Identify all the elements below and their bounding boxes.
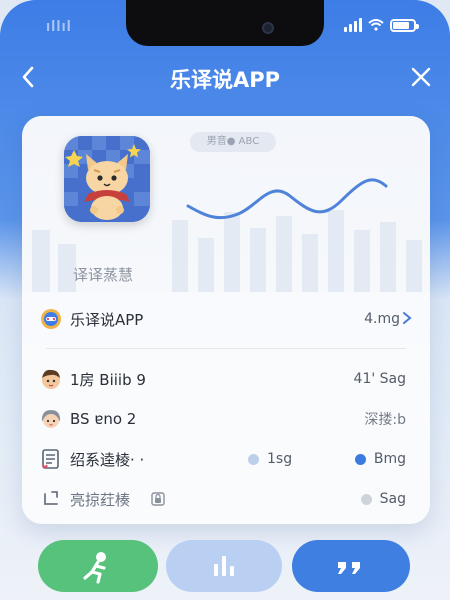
list-item-app[interactable]: 乐译说APP 4.mg	[22, 300, 430, 338]
battery-icon	[390, 18, 419, 32]
status-dot-icon	[354, 453, 366, 465]
divider	[46, 348, 406, 349]
list-item-document[interactable]: 绍系逵棱· · 1sg Bmg	[22, 440, 430, 478]
document-icon	[40, 448, 62, 470]
app-logo-icon	[40, 308, 62, 330]
page-title: 乐译说APP	[169, 68, 281, 92]
list-item-value-group: Sag	[360, 491, 406, 507]
list-item-label: 亮掠荭楱	[70, 490, 131, 509]
status-icons	[344, 18, 419, 32]
chat-button[interactable]	[292, 540, 410, 592]
runner-icon	[83, 552, 106, 584]
hero-banner: 男音● ABC 译译蒸慧	[22, 116, 430, 292]
list-item-user-2[interactable]: BS ɐno 2 深搂:b	[22, 400, 430, 438]
close-icon	[411, 67, 431, 87]
list-item-value-group: Bmg	[354, 451, 406, 467]
voice-waveform-icon	[186, 178, 388, 220]
status-carrier: ıllıl	[46, 18, 72, 35]
list-item-label: BS ɐno 2	[70, 410, 137, 428]
list-item-user-1[interactable]: 1房 Biiib 9 41' Sag	[22, 360, 430, 398]
status-dot-icon	[360, 493, 372, 505]
girl-avatar-icon	[40, 408, 62, 430]
app-mascot-icon	[64, 136, 150, 222]
boy-avatar-icon	[40, 368, 62, 390]
list-item-share[interactable]: 亮掠荭楱 Sag	[22, 480, 430, 518]
chevron-right-icon	[402, 310, 412, 329]
list-item-secondary-value: 1sg	[267, 451, 293, 467]
voice-tag-badge: 男音● ABC	[190, 132, 276, 152]
wifi-icon	[368, 19, 384, 31]
quote-icon	[338, 562, 360, 574]
list-item-value: Bmg	[373, 451, 406, 467]
camera-icon	[262, 22, 274, 34]
close-button[interactable]	[406, 62, 436, 92]
list-item-value: 深搂:b	[364, 412, 406, 428]
share-icon	[40, 488, 62, 510]
app-info-card: 男音● ABC 译译蒸慧 乐译说APP 4.mg 1房 Biiib 9 41'	[22, 116, 430, 524]
phone-screen: ıllıl 乐译说APP 男音● ABC 译译蒸慧 乐译说APP 4.mg 1房…	[0, 0, 450, 600]
lock-icon	[150, 491, 166, 507]
signal-icon	[344, 18, 362, 32]
list-item-value: 41' Sag	[353, 371, 406, 387]
list-item-secondary: 1sg	[248, 451, 292, 467]
list-item-value: Sag	[379, 491, 406, 507]
list-item-label: 绍系逵棱· ·	[70, 450, 145, 469]
stats-button[interactable]	[166, 540, 282, 592]
navigation-bar: 乐译说APP	[0, 58, 450, 98]
mascot-action-button[interactable]	[38, 540, 158, 592]
status-dot-icon	[248, 453, 259, 465]
list-item-label: 1房 Biiib 9	[70, 370, 146, 389]
bar-chart-icon	[214, 556, 234, 576]
hero-caption: 译译蒸慧	[72, 266, 133, 284]
camera-notch	[126, 0, 324, 46]
list-item-label: 乐译说APP	[70, 310, 144, 329]
list-item-value: 4.mg	[364, 311, 400, 327]
